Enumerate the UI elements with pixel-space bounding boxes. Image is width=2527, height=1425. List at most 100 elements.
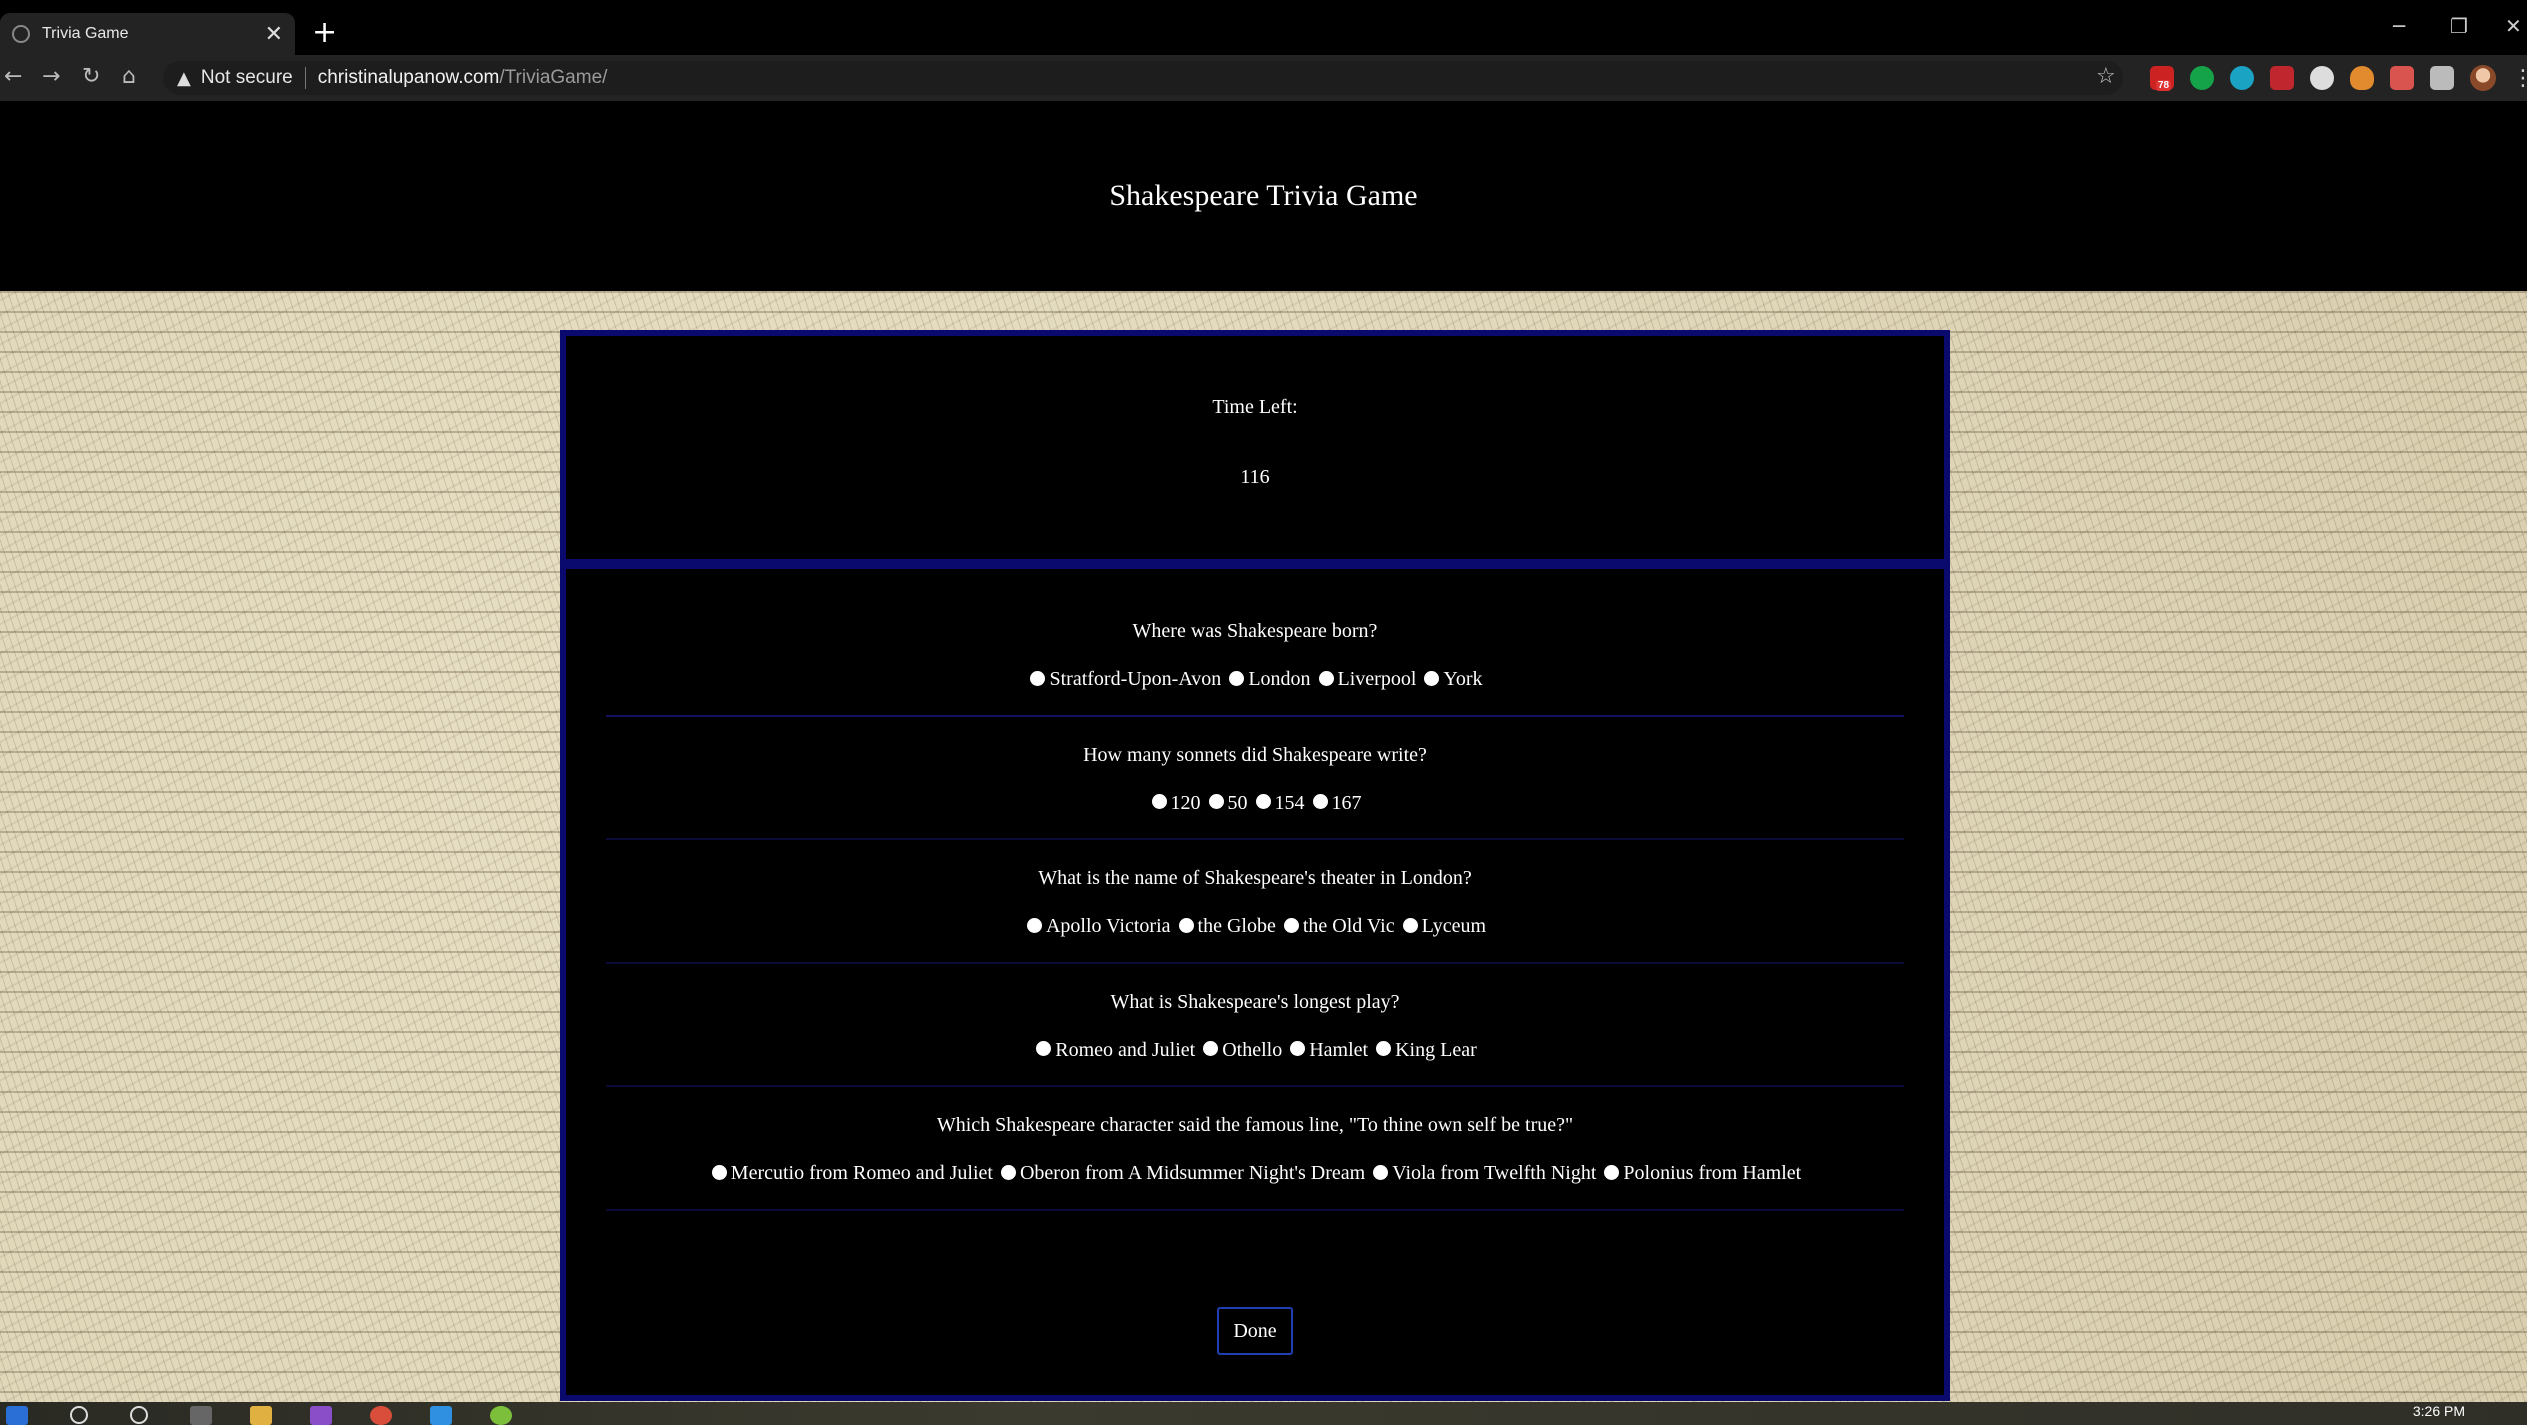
radio-button[interactable] [1229, 670, 1245, 686]
radio-button[interactable] [1283, 917, 1299, 933]
reload-icon[interactable]: ↻ [82, 64, 100, 89]
answer-label: Liverpool [1337, 668, 1417, 690]
answer-option[interactable]: Stratford-Upon-Avon [1027, 667, 1221, 691]
answer-label: Mercutio from Romeo and Juliet [730, 1162, 993, 1184]
radio-button[interactable] [1318, 670, 1334, 686]
radio-button[interactable] [1026, 917, 1042, 933]
tab-title: Trivia Game [42, 25, 129, 42]
security-label[interactable]: Not secure [201, 67, 293, 89]
answer-option[interactable]: King Lear [1373, 1038, 1477, 1062]
vscode-icon[interactable] [430, 1406, 452, 1425]
answer-option[interactable]: Romeo and Juliet [1033, 1038, 1195, 1062]
minimize-icon[interactable]: ─ [2393, 14, 2405, 38]
answer-option[interactable]: 50 [1206, 791, 1248, 815]
answer-options: Mercutio from Romeo and Juliet Oberon fr… [606, 1161, 1904, 1187]
answer-option[interactable]: 167 [1310, 791, 1362, 815]
extension-m-icon[interactable] [2230, 66, 2254, 90]
answer-option[interactable]: Mercutio from Romeo and Juliet [709, 1161, 993, 1185]
back-icon[interactable]: ← [4, 64, 22, 89]
extension-circle-icon[interactable] [2310, 66, 2334, 90]
windows-start-icon[interactable] [6, 1406, 28, 1425]
timer-label: Time Left: [1212, 396, 1298, 418]
answer-option[interactable]: the Old Vic [1281, 914, 1395, 938]
question-text: What is the name of Shakespeare's theate… [1038, 867, 1472, 889]
radio-button[interactable] [1000, 1164, 1016, 1180]
onenote-icon[interactable] [310, 1406, 332, 1425]
url-bar[interactable]: ▲ Not secure christinalupanow.com /Trivi… [163, 61, 2123, 95]
app-icon[interactable] [490, 1406, 512, 1425]
answer-options: 120 50 154 167 [606, 791, 1904, 817]
answer-option[interactable]: the Globe [1176, 914, 1276, 938]
extensions-area: 78 ⋮ [2150, 65, 2527, 91]
answer-option[interactable]: Othello [1200, 1038, 1282, 1062]
star-icon[interactable]: ☆ [2096, 64, 2116, 89]
answer-label: Stratford-Upon-Avon [1049, 668, 1222, 690]
answer-option[interactable]: Liverpool [1316, 667, 1417, 691]
timer-value: 116 [1240, 466, 1270, 488]
answer-option[interactable]: London [1226, 667, 1311, 691]
answer-label: 154 [1274, 791, 1305, 814]
game-panel: Time Left: 116 Where was Shakespeare bor… [560, 330, 1950, 1401]
url-path: /TriviaGame/ [499, 67, 608, 88]
radio-button[interactable] [1203, 1041, 1219, 1056]
taskbar: 3:26 PM [0, 1402, 2527, 1425]
question-text: Which Shakespeare character said the fam… [936, 1114, 1574, 1136]
warning-icon: ▲ [177, 67, 191, 89]
task-view-icon[interactable] [190, 1406, 212, 1425]
home-icon[interactable]: ⌂ [122, 64, 136, 89]
question-text: What is Shakespeare's longest play? [1110, 990, 1400, 1013]
radio-button[interactable] [711, 1164, 727, 1180]
close-window-icon[interactable]: ✕ [2505, 14, 2522, 38]
answer-options: Romeo and Juliet Othello Hamlet King Lea… [606, 1038, 1904, 1064]
radio-button[interactable] [1373, 1164, 1389, 1180]
radio-button[interactable] [1030, 670, 1046, 686]
timer-section: Time Left: 116 [566, 336, 1944, 569]
radio-button[interactable] [1424, 670, 1440, 686]
answer-option[interactable]: 120 [1149, 791, 1201, 815]
chrome-icon[interactable] [370, 1406, 392, 1425]
answer-options: Stratford-Upon-Avon London Liverpool Yor… [606, 667, 1904, 693]
answer-option[interactable]: 154 [1253, 791, 1305, 815]
answer-option[interactable]: Oberon from A Midsummer Night's Dream [998, 1161, 1365, 1185]
answer-label: Oberon from A Midsummer Night's Dream [1019, 1162, 1366, 1184]
answer-option[interactable]: Apollo Victoria [1024, 914, 1171, 938]
puzzle-icon[interactable] [2430, 66, 2454, 90]
answer-label: Polonius from Hamlet [1623, 1162, 1802, 1184]
answer-label: the Globe [1197, 915, 1276, 937]
answer-label: Othello [1222, 1038, 1283, 1061]
profile-avatar[interactable] [2470, 65, 2496, 91]
radio-button[interactable] [1151, 794, 1167, 809]
extension-mail-icon[interactable]: 78 [2150, 66, 2174, 91]
radio-button[interactable] [1290, 1041, 1306, 1056]
browser-tab[interactable]: Trivia Game ✕ [0, 13, 295, 55]
radio-button[interactable] [1376, 1041, 1392, 1056]
url-host: christinalupanow.com [317, 67, 500, 88]
radio-button[interactable] [1208, 794, 1224, 809]
radio-button[interactable] [1036, 1041, 1052, 1056]
radio-button[interactable] [1255, 794, 1271, 809]
restore-icon[interactable]: ❐ [2450, 14, 2468, 38]
done-button[interactable]: Done [1217, 1306, 1293, 1355]
extension-orange-icon[interactable] [2350, 66, 2374, 90]
answer-option[interactable]: Viola from Twelfth Night [1370, 1161, 1596, 1185]
close-tab-icon[interactable]: ✕ [265, 22, 283, 47]
extension-red-icon[interactable] [2270, 66, 2294, 90]
extension-arrow-icon[interactable] [2390, 66, 2414, 90]
taskbar-clock[interactable]: 3:26 PM [2413, 1403, 2465, 1419]
menu-icon[interactable]: ⋮ [2512, 66, 2527, 91]
answer-option[interactable]: York [1421, 667, 1483, 691]
search-icon[interactable] [70, 1406, 88, 1424]
grammarly-icon[interactable] [2190, 66, 2214, 90]
radio-button[interactable] [1178, 917, 1194, 933]
radio-button[interactable] [1604, 1164, 1620, 1180]
cortana-icon[interactable] [130, 1406, 148, 1424]
answer-option[interactable]: Polonius from Hamlet [1601, 1161, 1801, 1185]
file-explorer-icon[interactable] [250, 1406, 272, 1425]
answer-option[interactable]: Lyceum [1400, 914, 1486, 938]
answer-option[interactable]: Hamlet [1287, 1038, 1368, 1062]
radio-button[interactable] [1402, 917, 1418, 933]
new-tab-button[interactable]: + [312, 16, 337, 50]
question-block: Which Shakespeare character said the fam… [606, 1113, 1904, 1211]
forward-icon[interactable]: → [42, 64, 60, 89]
radio-button[interactable] [1312, 794, 1328, 809]
